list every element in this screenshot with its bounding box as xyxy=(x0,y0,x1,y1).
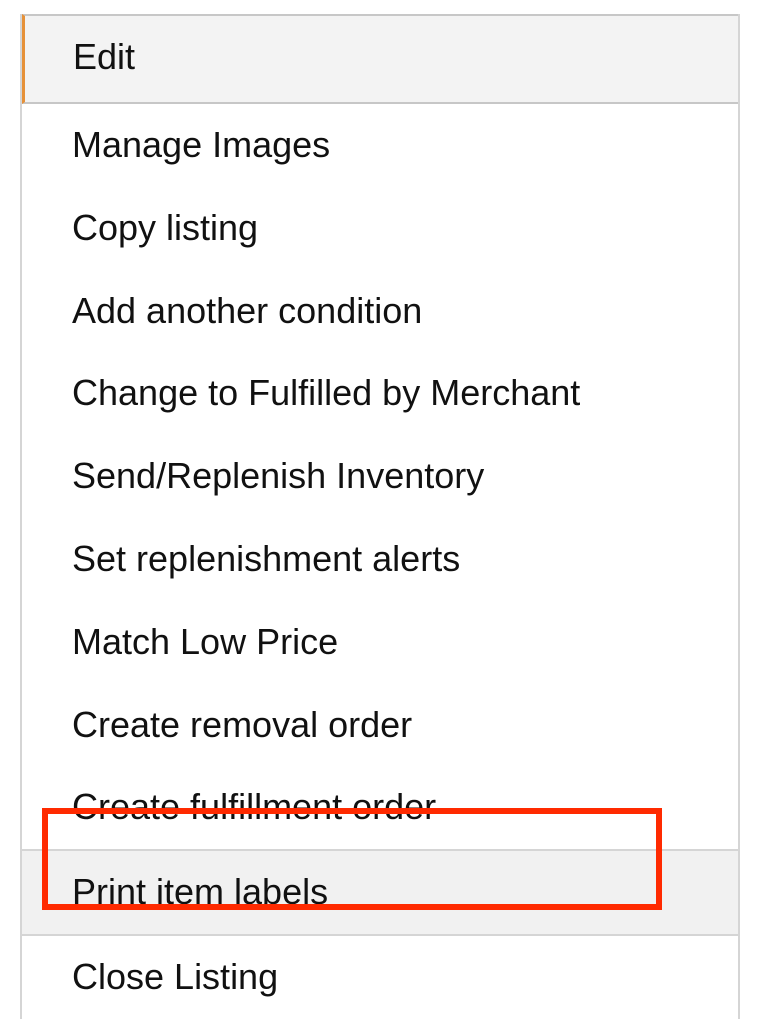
menu-item-manage-images[interactable]: Manage Images xyxy=(22,104,738,187)
menu-item-change-to-fulfilled-by-merchant[interactable]: Change to Fulfilled by Merchant xyxy=(22,352,738,435)
menu-item-set-replenishment-alerts[interactable]: Set replenishment alerts xyxy=(22,518,738,601)
dropdown-header-edit[interactable]: Edit xyxy=(22,14,738,104)
menu-item-send-replenish-inventory[interactable]: Send/Replenish Inventory xyxy=(22,435,738,518)
menu-item-copy-listing[interactable]: Copy listing xyxy=(22,187,738,270)
menu-item-print-item-labels[interactable]: Print item labels xyxy=(22,849,738,936)
menu-item-match-low-price[interactable]: Match Low Price xyxy=(22,601,738,684)
menu-item-close-listing[interactable]: Close Listing xyxy=(22,936,738,1019)
menu-item-add-another-condition[interactable]: Add another condition xyxy=(22,270,738,353)
edit-dropdown-menu: Edit Manage Images Copy listing Add anot… xyxy=(20,14,740,1019)
menu-item-create-fulfillment-order[interactable]: Create fulfillment order xyxy=(22,766,738,849)
menu-item-create-removal-order[interactable]: Create removal order xyxy=(22,684,738,767)
